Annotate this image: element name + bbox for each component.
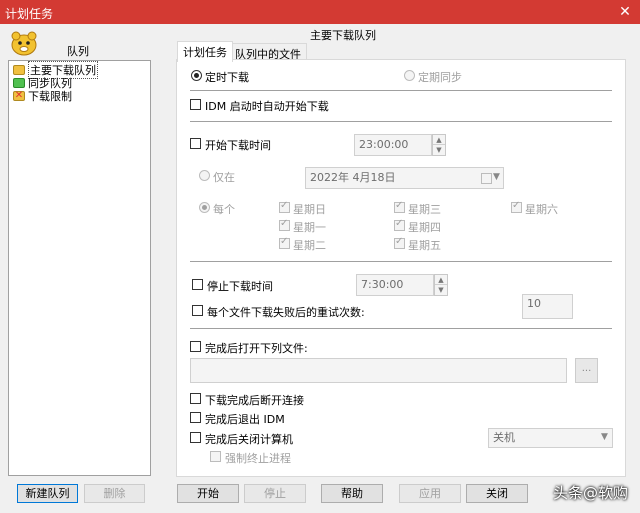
hangup-label: 下载完成后断开连接: [205, 394, 304, 407]
sync-queue-icon: [13, 77, 25, 88]
force-kill-label: 强制终止进程: [225, 452, 291, 465]
only-on-label: 仅在: [213, 171, 235, 184]
stop-time-spinner[interactable]: ▲ ▼: [434, 274, 448, 296]
close-button[interactable]: 关闭: [466, 484, 528, 503]
divider: [190, 328, 612, 330]
retry-checkbox[interactable]: [192, 305, 203, 316]
title-bar: 计划任务 ✕: [0, 0, 640, 24]
shutdown-label: 完成后关闭计算机: [205, 433, 293, 446]
divider: [190, 121, 612, 123]
delete-queue-button[interactable]: 删除: [84, 484, 145, 503]
weekday-wed-label: 星期三: [408, 203, 441, 216]
stop-button[interactable]: 停止: [244, 484, 306, 503]
start-time-label: 开始下载时间: [205, 139, 271, 152]
chevron-down-icon[interactable]: ▼: [493, 172, 500, 182]
timed-download-label: 定时下载: [205, 71, 249, 84]
open-file-input[interactable]: [190, 358, 567, 383]
close-icon[interactable]: ✕: [616, 3, 634, 21]
shutdown-mode-select[interactable]: 关机: [488, 428, 613, 448]
stop-time-input[interactable]: 7:30:00: [356, 274, 434, 296]
idm-start-label: IDM 启动时自动开始下载: [205, 100, 329, 113]
queue-tree[interactable]: 主要下载队列 同步队列 ✕ 下载限制: [8, 60, 151, 476]
exit-idm-label: 完成后退出 IDM: [205, 413, 285, 426]
chevron-down-icon[interactable]: ▼: [601, 432, 608, 442]
timed-download-radio[interactable]: [191, 70, 202, 81]
date-value: 2022年 4月18日: [310, 171, 396, 184]
limit-x-icon: ✕: [13, 89, 25, 101]
weekday-fri-label: 星期五: [408, 239, 441, 252]
idm-start-checkbox[interactable]: [190, 99, 201, 110]
tree-item-download-limit[interactable]: ✕ 下载限制: [13, 89, 72, 103]
open-file-checkbox[interactable]: [190, 341, 201, 352]
spin-up-icon[interactable]: ▲: [435, 275, 447, 285]
browse-button[interactable]: ...: [575, 358, 598, 383]
queue-header: 队列: [67, 45, 89, 58]
shutdown-checkbox[interactable]: [190, 432, 201, 443]
weekday-sun-checkbox[interactable]: [279, 200, 290, 213]
weekday-thu-checkbox[interactable]: [394, 218, 405, 231]
date-enable-checkbox[interactable]: [481, 173, 492, 184]
periodic-sync-radio[interactable]: [404, 70, 415, 81]
spin-up-icon[interactable]: ▲: [433, 135, 445, 145]
open-file-label: 完成后打开下列文件:: [205, 342, 308, 355]
queue-title: 主要下载队列: [310, 29, 376, 42]
force-kill-checkbox[interactable]: [210, 451, 221, 462]
weekday-fri-checkbox[interactable]: [394, 236, 405, 249]
app-logo-icon: [9, 30, 39, 56]
weekday-mon-label: 星期一: [293, 221, 326, 234]
stop-time-label: 停止下载时间: [207, 280, 273, 293]
queue-folder-icon: [13, 64, 25, 75]
spin-down-icon[interactable]: ▼: [435, 285, 447, 295]
shutdown-mode-value: 关机: [493, 431, 515, 444]
weekday-wed-checkbox[interactable]: [394, 200, 405, 213]
start-time-input[interactable]: 23:00:00: [354, 134, 432, 156]
hangup-checkbox[interactable]: [190, 393, 201, 404]
tab-schedule[interactable]: 计划任务: [177, 41, 233, 62]
weekday-mon-checkbox[interactable]: [279, 218, 290, 231]
divider: [190, 90, 612, 92]
exit-idm-checkbox[interactable]: [190, 412, 201, 423]
window-title: 计划任务: [5, 7, 54, 21]
weekday-sat-checkbox[interactable]: [511, 200, 522, 213]
help-button[interactable]: 帮助: [321, 484, 383, 503]
tree-item-label: 下载限制: [28, 89, 72, 103]
start-button[interactable]: 开始: [177, 484, 239, 503]
date-picker[interactable]: 2022年 4月18日: [305, 167, 504, 189]
weekday-tue-checkbox[interactable]: [279, 236, 290, 249]
divider: [190, 261, 612, 263]
weekday-sun-label: 星期日: [293, 203, 326, 216]
start-time-spinner[interactable]: ▲ ▼: [432, 134, 446, 156]
weekday-tue-label: 星期二: [293, 239, 326, 252]
weekday-thu-label: 星期四: [408, 221, 441, 234]
spin-down-icon[interactable]: ▼: [433, 145, 445, 155]
only-on-radio[interactable]: [199, 170, 210, 181]
start-time-checkbox[interactable]: [190, 138, 201, 149]
stop-time-checkbox[interactable]: [192, 279, 203, 290]
periodic-sync-label: 定期同步: [418, 71, 462, 84]
new-queue-button[interactable]: 新建队列: [17, 484, 78, 503]
every-label: 每个: [213, 203, 235, 216]
watermark: 头条@软购: [552, 484, 628, 502]
every-radio[interactable]: [199, 202, 210, 213]
retry-count-input[interactable]: 10: [522, 294, 573, 319]
apply-button[interactable]: 应用: [399, 484, 461, 503]
weekday-sat-label: 星期六: [525, 203, 558, 216]
retry-label: 每个文件下载失败后的重试次数:: [207, 306, 365, 319]
